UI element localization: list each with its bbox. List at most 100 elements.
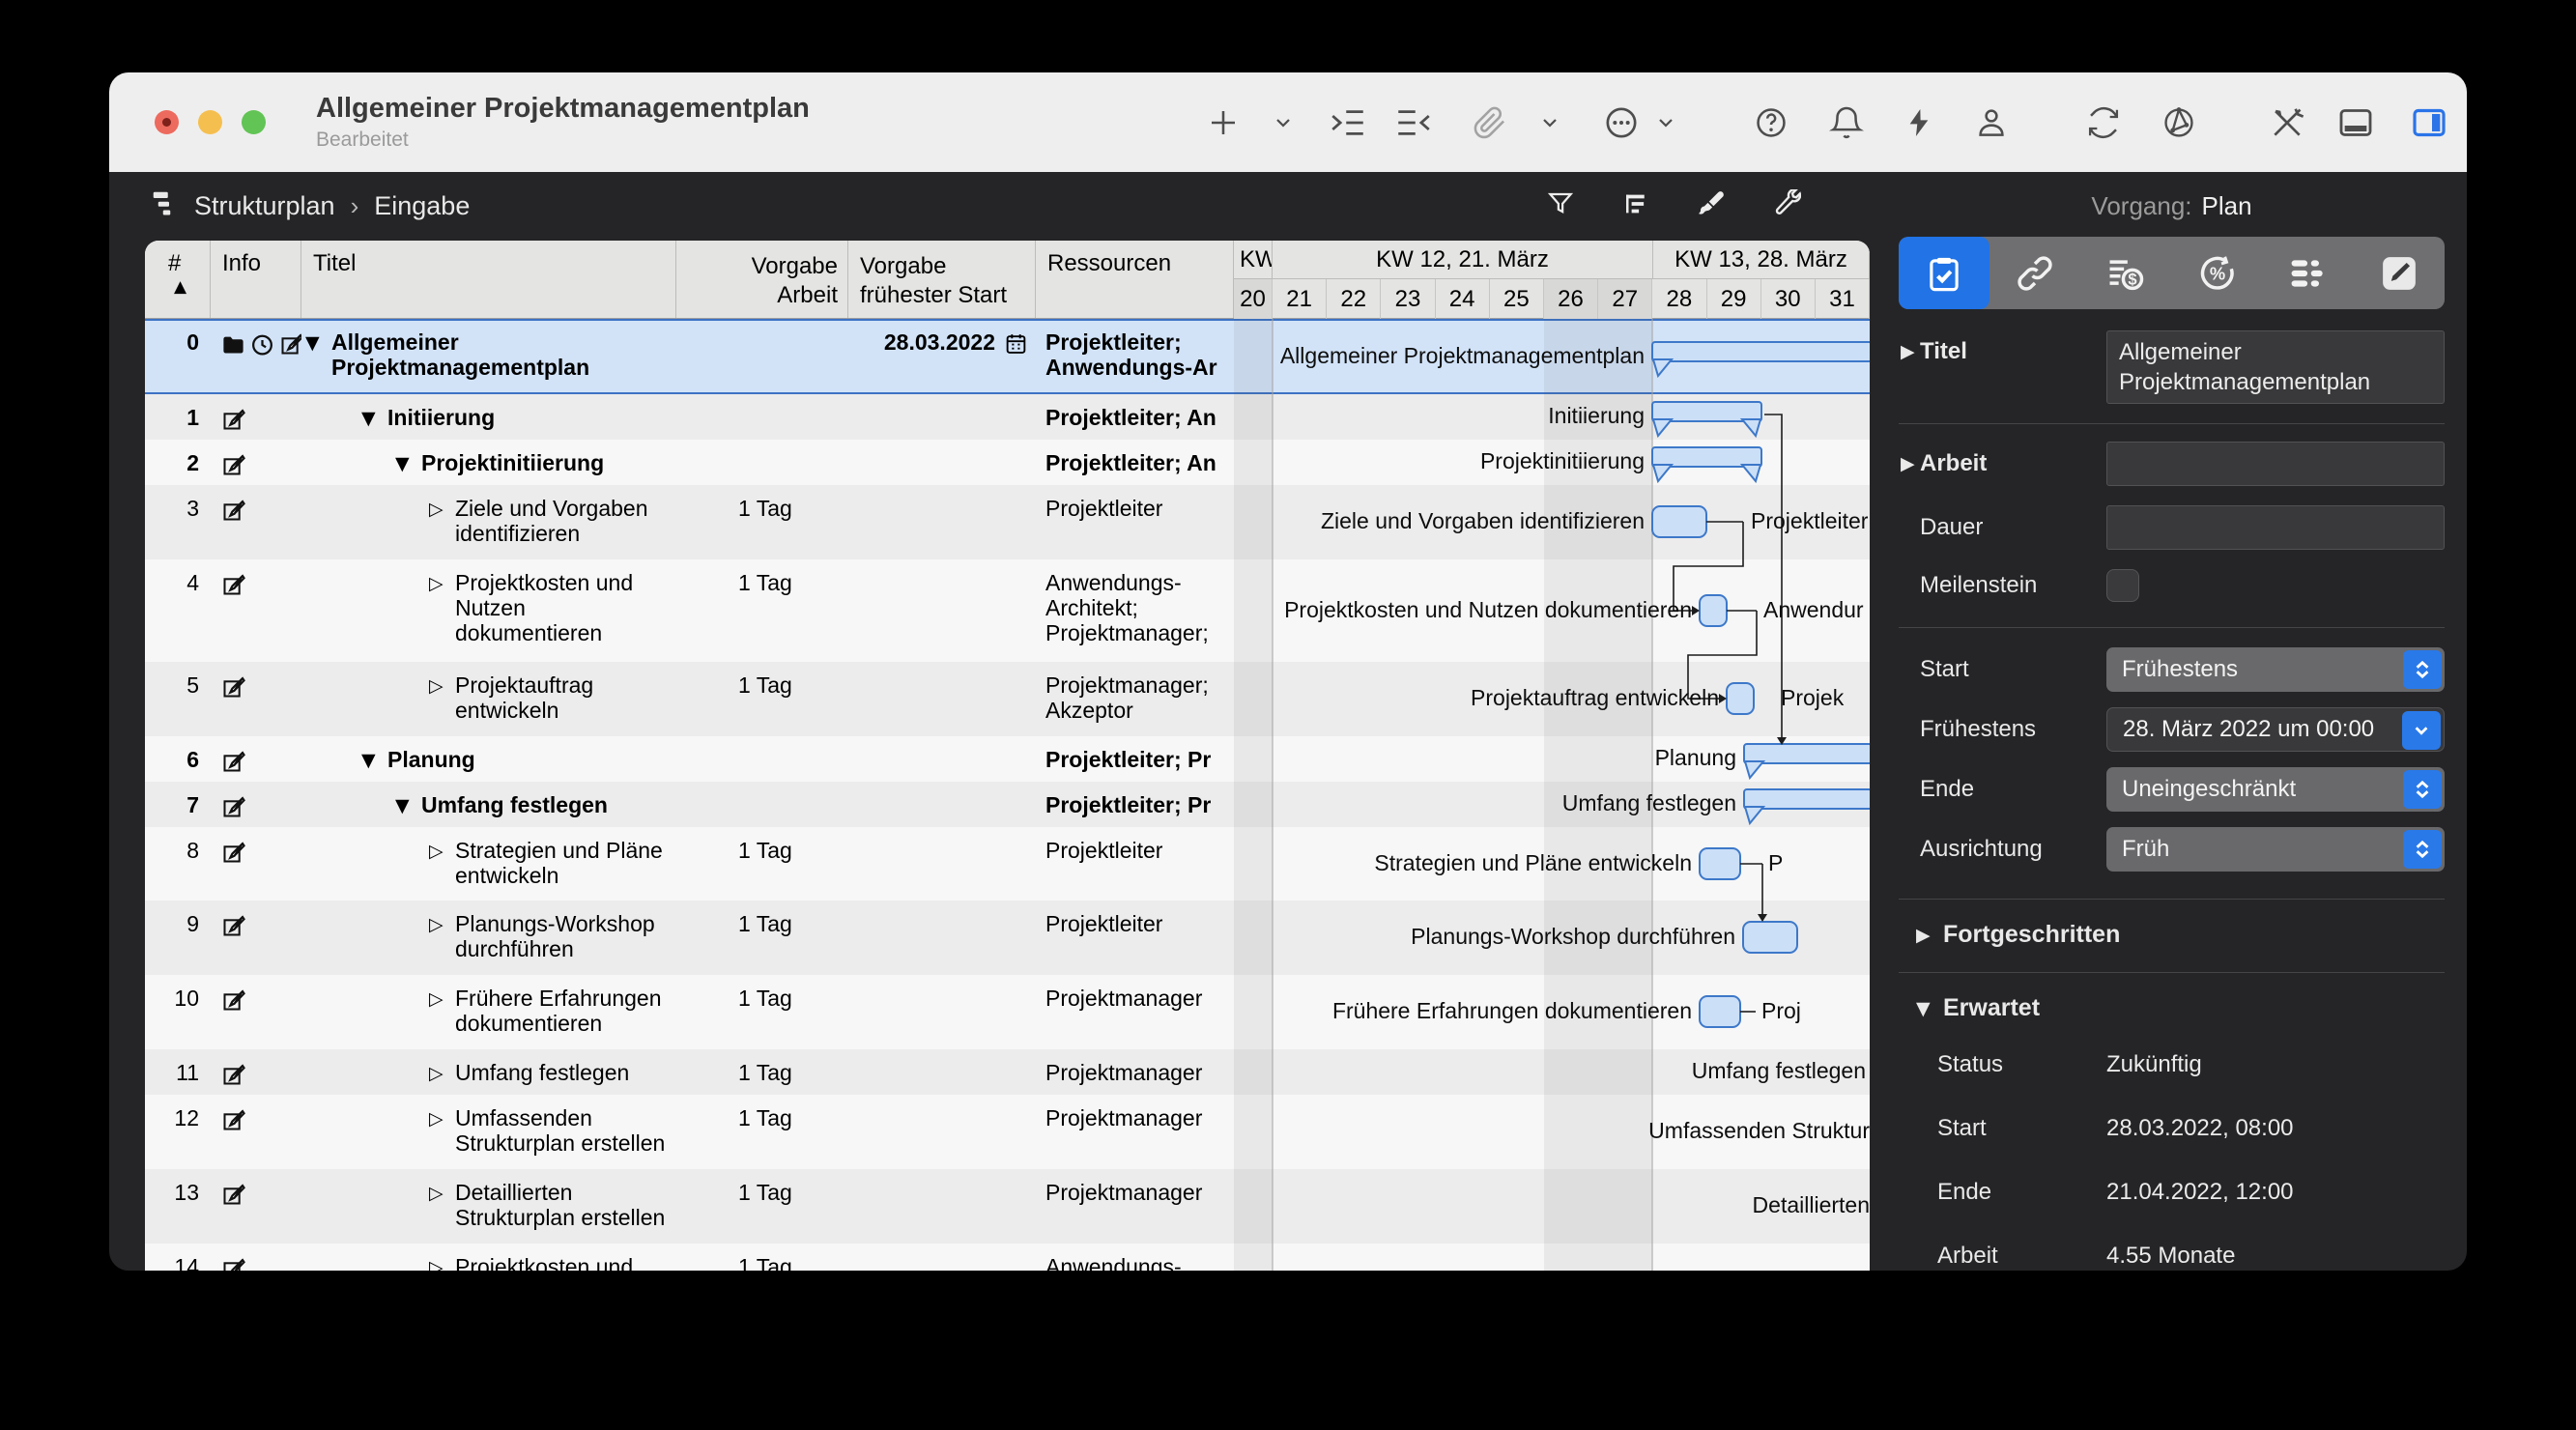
stepper-icon[interactable] — [2403, 830, 2442, 869]
paperclip-icon[interactable] — [1473, 105, 1507, 140]
column-header-work[interactable]: VorgabeArbeit — [676, 241, 848, 318]
start-popup[interactable]: Frühestens — [2106, 647, 2445, 692]
column-header-resources[interactable]: Ressourcen — [1036, 241, 1234, 318]
table-row[interactable]: 14▷Projektkosten und1 TagAnwendungs- — [145, 1244, 1870, 1271]
collapse-triangle-icon[interactable]: ▼ — [305, 329, 331, 356]
outline-icon[interactable] — [1621, 189, 1650, 223]
tab-links[interactable] — [1989, 237, 2080, 309]
section-fortgeschritten[interactable]: ▶Fortgeschritten — [1899, 921, 2467, 949]
collapse-triangle-icon[interactable]: ▼ — [361, 405, 387, 431]
panel-bottom-icon[interactable] — [2334, 103, 2377, 142]
task-title[interactable]: Projektkosten und Nutzen dokumentieren — [455, 570, 639, 645]
note-icon[interactable] — [220, 498, 246, 529]
titel-input[interactable]: Allgemeiner Projektmanagementplan — [2106, 330, 2445, 404]
tools-icon[interactable] — [2269, 104, 2305, 141]
table-row[interactable]: 6▼PlanungProjektleiter; Pr — [145, 736, 1870, 782]
leaf-triangle-icon[interactable]: ▷ — [429, 1060, 455, 1086]
calendar-icon[interactable] — [1004, 331, 1028, 394]
leaf-triangle-icon[interactable]: ▷ — [429, 911, 455, 937]
note-icon[interactable] — [220, 1107, 246, 1138]
table-row[interactable]: 5▷Projektauftrag entwickeln1 TagProjektm… — [145, 662, 1870, 736]
task-title[interactable]: Projektkosten und — [455, 1254, 639, 1271]
tab-columns[interactable] — [2263, 237, 2354, 309]
note-icon[interactable] — [220, 913, 246, 944]
task-title[interactable]: Projektinitiierung — [421, 450, 610, 475]
note-icon[interactable] — [220, 1256, 246, 1271]
leaf-triangle-icon[interactable]: ▷ — [429, 1254, 455, 1271]
table-row[interactable]: 1▼InitiierungProjektleiter; An — [145, 394, 1870, 440]
chevron-down-icon[interactable] — [2402, 711, 2441, 750]
table-row[interactable]: 8▷Strategien und Pläne entwickeln1 TagPr… — [145, 827, 1870, 901]
table-row[interactable]: 2▼ProjektinitiierungProjektleiter; An — [145, 440, 1870, 485]
note-icon[interactable] — [220, 1062, 246, 1093]
chevron-down-icon[interactable] — [1654, 111, 1677, 134]
dauer-input[interactable] — [2106, 505, 2445, 550]
meilenstein-checkbox[interactable] — [2106, 569, 2139, 602]
table-row[interactable]: 0▼Allgemeiner Projektmanagementplan28.03… — [145, 319, 1870, 394]
sync-icon[interactable] — [2085, 104, 2122, 141]
leaf-triangle-icon[interactable]: ▷ — [429, 1105, 455, 1131]
table-row[interactable]: 7▼Umfang festlegenProjektleiter; Pr — [145, 782, 1870, 827]
leaf-triangle-icon[interactable]: ▷ — [429, 496, 455, 522]
table-row[interactable]: 9▷Planungs-Workshop durchführen1 TagProj… — [145, 901, 1870, 975]
table-row[interactable]: 3▷Ziele und Vorgaben identifizieren1 Tag… — [145, 485, 1870, 559]
column-header-start[interactable]: Vorgabefrühester Start — [848, 241, 1036, 318]
task-title[interactable]: Ziele und Vorgaben identifizieren — [455, 496, 654, 546]
help-icon[interactable] — [1753, 104, 1789, 141]
stepper-icon[interactable] — [2403, 650, 2442, 689]
breadcrumb-mode[interactable]: Eingabe — [374, 191, 470, 221]
task-title[interactable]: Umfassenden Strukturplan erstellen — [455, 1105, 671, 1156]
leaf-triangle-icon[interactable]: ▷ — [429, 570, 455, 596]
collapse-triangle-icon[interactable]: ▼ — [361, 747, 387, 773]
task-title[interactable]: Frühere Erfahrungen dokumentieren — [455, 986, 668, 1036]
note-icon[interactable] — [278, 331, 301, 362]
column-header-info[interactable]: Info — [211, 241, 301, 318]
note-icon[interactable] — [220, 1182, 246, 1213]
zoom-button[interactable] — [242, 110, 266, 134]
chevron-down-icon[interactable] — [1272, 111, 1295, 134]
leaf-triangle-icon[interactable]: ▷ — [429, 838, 455, 864]
section-erwartet[interactable]: ▼Erwartet — [1899, 994, 2467, 1022]
breadcrumb-view[interactable]: Strukturplan — [194, 191, 335, 221]
tab-plan[interactable] — [1899, 237, 1989, 309]
note-icon[interactable] — [220, 452, 246, 483]
table-row[interactable]: 13▷Detaillierten Strukturplan erstellen1… — [145, 1169, 1870, 1244]
tab-progress[interactable]: % — [2172, 237, 2263, 309]
collapse-triangle-icon[interactable]: ▼ — [395, 450, 421, 476]
bolt-icon[interactable] — [1903, 107, 1934, 138]
column-header-number[interactable]: #▲ — [145, 241, 211, 318]
note-icon[interactable] — [220, 794, 246, 825]
clock-icon[interactable] — [249, 331, 275, 362]
filter-icon[interactable] — [1546, 189, 1575, 223]
stepper-icon[interactable] — [2403, 770, 2442, 809]
outdent-icon[interactable] — [1393, 102, 1434, 143]
note-icon[interactable] — [220, 674, 246, 705]
table-row[interactable]: 12▷Umfassenden Strukturplan erstellen1 T… — [145, 1095, 1870, 1169]
add-icon[interactable] — [1206, 105, 1241, 140]
indent-icon[interactable] — [1328, 102, 1368, 143]
note-icon[interactable] — [220, 572, 246, 603]
note-icon[interactable] — [220, 749, 246, 780]
task-title[interactable]: Detaillierten Strukturplan erstellen — [455, 1180, 671, 1230]
task-title[interactable]: Projektauftrag entwickeln — [455, 672, 599, 723]
collapse-triangle-icon[interactable]: ▼ — [395, 792, 421, 818]
close-button[interactable] — [155, 110, 179, 134]
leaf-triangle-icon[interactable]: ▷ — [429, 1180, 455, 1206]
brush-icon[interactable] — [1697, 189, 1726, 223]
task-title[interactable]: Allgemeiner Projektmanagementplan — [331, 329, 595, 380]
task-title[interactable]: Umfang festlegen — [455, 1060, 635, 1085]
leaf-triangle-icon[interactable]: ▷ — [429, 672, 455, 699]
fruehestens-date-field[interactable]: 28. März 2022 um 00:00 — [2106, 707, 2445, 752]
task-title[interactable]: Strategien und Pläne entwickeln — [455, 838, 669, 888]
disclosure-icon[interactable]: ▶ — [1901, 453, 1908, 474]
leaf-triangle-icon[interactable]: ▷ — [429, 986, 455, 1012]
task-title[interactable]: Planung — [387, 747, 481, 772]
sort-indicator[interactable]: ▲ — [174, 277, 186, 297]
bell-icon[interactable] — [1828, 104, 1865, 141]
wrench-icon[interactable] — [1772, 189, 1801, 223]
network-icon[interactable] — [2161, 104, 2197, 141]
note-icon[interactable] — [220, 407, 246, 438]
panel-right-icon[interactable] — [2408, 103, 2450, 142]
table-row[interactable]: 4▷Projektkosten und Nutzen dokumentieren… — [145, 559, 1870, 662]
tab-finance[interactable]: $ — [2080, 237, 2171, 309]
